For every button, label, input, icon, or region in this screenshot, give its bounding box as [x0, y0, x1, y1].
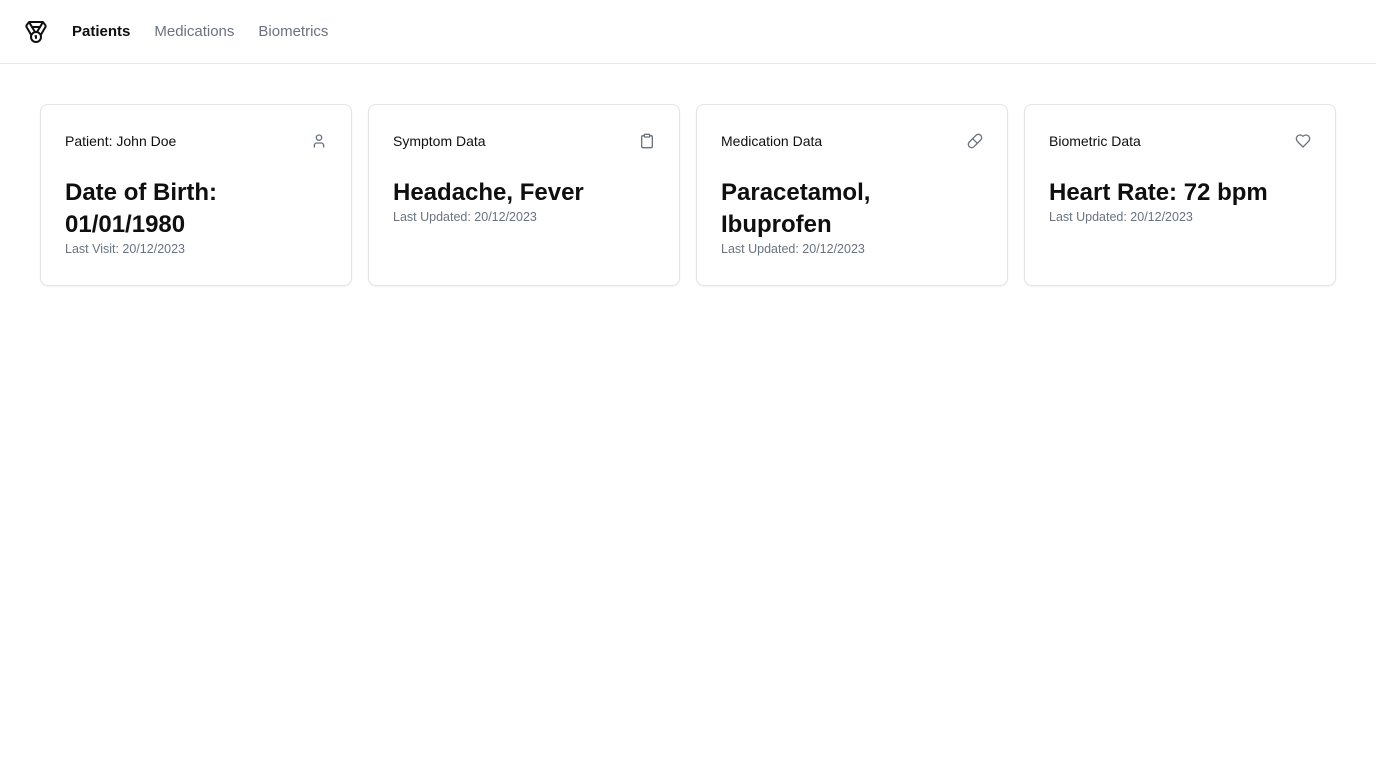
- nav-biometrics[interactable]: Biometrics: [258, 23, 328, 40]
- card-value: Heart Rate: 72 bpm: [1049, 179, 1268, 206]
- nav-patients[interactable]: Patients: [72, 23, 130, 40]
- dashboard-cards: Patient: John Doe Date of Birth: 01/01/1…: [0, 64, 1376, 286]
- card-title: Patient: John Doe: [65, 133, 177, 149]
- card-value: Headache, Fever: [393, 179, 584, 206]
- patient-card: Patient: John Doe Date of Birth: 01/01/1…: [40, 104, 352, 286]
- medication-card: Medication Data Paracetamol, Ibuprofen L…: [696, 104, 1008, 286]
- card-title: Symptom Data: [393, 133, 486, 149]
- card-subtext: Last Updated: 20/12/2023: [393, 210, 537, 224]
- card-subtext: Last Updated: 20/12/2023: [1049, 210, 1193, 224]
- biometric-card: Biometric Data Heart Rate: 72 bpm Last U…: [1024, 104, 1336, 286]
- top-navbar: Patients Medications Biometrics: [0, 0, 1376, 64]
- heart-icon: [1295, 133, 1311, 149]
- clipboard-icon: [639, 133, 655, 149]
- nav-medications[interactable]: Medications: [154, 23, 234, 40]
- card-title: Medication Data: [721, 133, 823, 149]
- medal-logo-icon[interactable]: [24, 20, 48, 44]
- card-subtext: Last Updated: 20/12/2023: [721, 242, 865, 256]
- pill-icon: [967, 133, 983, 149]
- card-subtext: Last Visit: 20/12/2023: [65, 242, 185, 256]
- symptom-card: Symptom Data Headache, Fever Last Update…: [368, 104, 680, 286]
- card-title: Biometric Data: [1049, 133, 1141, 149]
- card-value: Date of Birth: 01/01/1980: [65, 179, 217, 238]
- main-nav: Patients Medications Biometrics: [72, 23, 352, 40]
- user-icon: [311, 133, 327, 149]
- card-value: Paracetamol, Ibuprofen: [721, 179, 871, 238]
